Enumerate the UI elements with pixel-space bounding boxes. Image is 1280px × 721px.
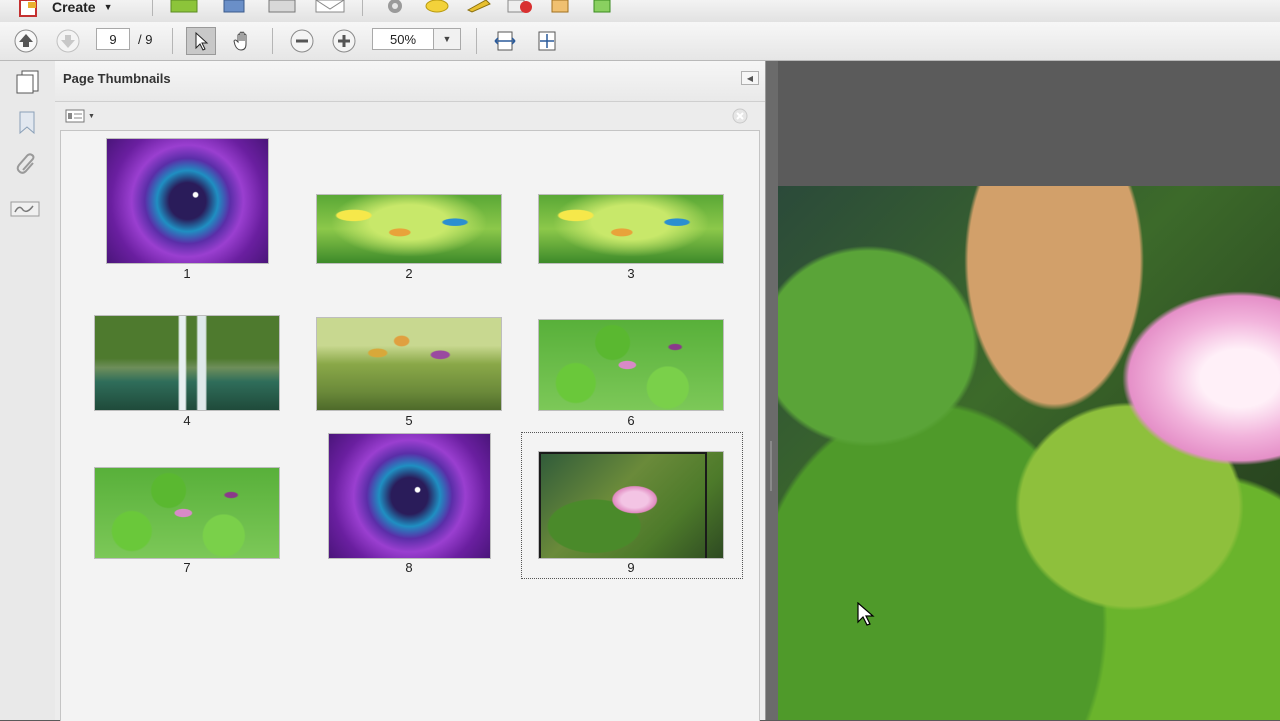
page-number-label: 5 bbox=[405, 413, 413, 428]
hand-icon bbox=[233, 31, 247, 51]
page-number-label: 6 bbox=[627, 413, 635, 428]
page-thumbnails-icon[interactable] bbox=[12, 69, 42, 95]
page-number-label: 8 bbox=[405, 560, 413, 575]
page-number-label: 4 bbox=[183, 413, 191, 428]
splitter-grip bbox=[770, 441, 772, 491]
bookmark-icon[interactable] bbox=[12, 109, 42, 137]
page-number-label: 7 bbox=[183, 560, 191, 575]
options-menu-button[interactable]: ▼ bbox=[63, 107, 97, 125]
folder-icon[interactable] bbox=[168, 0, 200, 14]
toolbar-separator bbox=[272, 28, 273, 54]
hand-tool-button[interactable] bbox=[228, 27, 258, 55]
cursor-icon bbox=[195, 31, 209, 51]
export-icon[interactable] bbox=[590, 0, 618, 14]
gear-icon[interactable] bbox=[382, 0, 408, 14]
panel-header: Page Thumbnails ◀ bbox=[55, 61, 765, 102]
panel-title: Page Thumbnails bbox=[63, 71, 171, 86]
zoom-input[interactable]: 50% bbox=[372, 28, 434, 50]
visible-area-frame[interactable] bbox=[539, 452, 707, 558]
fit-page-icon bbox=[538, 31, 556, 51]
page-number-input[interactable]: 9 bbox=[96, 28, 130, 50]
page-number-label: 2 bbox=[405, 266, 413, 281]
share-icon[interactable] bbox=[548, 0, 576, 14]
page-total-label: / 9 bbox=[138, 32, 153, 47]
next-page-button[interactable] bbox=[54, 28, 82, 54]
page-thumbnail[interactable] bbox=[95, 316, 279, 410]
page-thumbnail-selected[interactable] bbox=[539, 452, 723, 558]
comment-icon[interactable] bbox=[424, 0, 450, 14]
fit-page-button[interactable] bbox=[534, 28, 560, 54]
create-label: Create bbox=[52, 0, 96, 15]
page-thumbnail[interactable] bbox=[317, 318, 501, 410]
thumbnails-grid: 1 2 3 4 5 6 7 8 9 bbox=[60, 130, 760, 721]
zoom-value: 50% bbox=[389, 31, 417, 47]
document-page-image[interactable] bbox=[778, 186, 1280, 720]
create-menu-button[interactable]: Create ▼ bbox=[52, 0, 113, 15]
page-thumbnail[interactable] bbox=[107, 139, 268, 263]
page-thumbnail[interactable] bbox=[329, 434, 490, 558]
chevron-down-icon: ▼ bbox=[88, 112, 95, 120]
page-thumbnails-panel: Page Thumbnails ◀ ▼ 1 2 3 4 5 6 7 8 9 bbox=[55, 61, 765, 721]
select-tool-button[interactable] bbox=[186, 27, 216, 55]
email-icon[interactable] bbox=[314, 0, 346, 14]
minus-icon bbox=[290, 29, 314, 53]
chevron-down-icon: ▼ bbox=[103, 2, 113, 12]
page-thumbnail[interactable] bbox=[95, 468, 279, 558]
print-icon[interactable] bbox=[266, 0, 298, 14]
arrow-down-icon bbox=[56, 29, 80, 53]
sign-icon[interactable] bbox=[466, 0, 494, 14]
fit-width-button[interactable] bbox=[492, 28, 518, 54]
plus-icon bbox=[332, 29, 356, 53]
document-view[interactable] bbox=[765, 61, 1280, 720]
previous-page-button[interactable] bbox=[12, 28, 40, 54]
toolbar-separator bbox=[476, 28, 477, 54]
options-icon bbox=[65, 109, 85, 123]
mouse-cursor-icon bbox=[857, 602, 875, 626]
page-thumbnail[interactable] bbox=[539, 195, 723, 263]
page-number-label: 9 bbox=[627, 560, 635, 575]
zoom-out-button[interactable] bbox=[288, 28, 316, 54]
save-icon[interactable] bbox=[218, 0, 250, 14]
panel-options-bar: ▼ bbox=[55, 102, 765, 130]
zoom-in-button[interactable] bbox=[330, 28, 358, 54]
page-thumbnail[interactable] bbox=[317, 195, 501, 263]
panel-splitter[interactable] bbox=[765, 61, 778, 720]
toolbar-separator bbox=[152, 0, 153, 16]
collapse-left-icon: ◀ bbox=[746, 73, 754, 83]
arrow-up-icon bbox=[14, 29, 38, 53]
page-number-label: 1 bbox=[183, 266, 191, 281]
close-icon bbox=[732, 108, 748, 124]
chevron-down-icon: ▼ bbox=[442, 34, 452, 44]
signature-icon[interactable] bbox=[8, 195, 42, 223]
zoom-dropdown-button[interactable]: ▼ bbox=[433, 28, 461, 50]
top-toolbar: Create ▼ bbox=[0, 0, 1280, 23]
create-icon[interactable] bbox=[14, 0, 48, 20]
page-number-label: 3 bbox=[627, 266, 635, 281]
close-panel-button[interactable] bbox=[731, 107, 749, 125]
redact-icon[interactable] bbox=[506, 0, 534, 14]
collapse-panel-button[interactable]: ◀ bbox=[741, 71, 759, 85]
page-number-value: 9 bbox=[109, 31, 117, 47]
navigation-toolbar: 9 / 9 50% ▼ bbox=[0, 22, 1280, 61]
toolbar-separator bbox=[362, 0, 363, 16]
toolbar-separator bbox=[172, 28, 173, 54]
fit-width-icon bbox=[494, 31, 516, 51]
attachment-icon[interactable] bbox=[12, 151, 42, 179]
page-thumbnail[interactable] bbox=[539, 320, 723, 410]
navigation-pane-strip bbox=[0, 61, 56, 720]
